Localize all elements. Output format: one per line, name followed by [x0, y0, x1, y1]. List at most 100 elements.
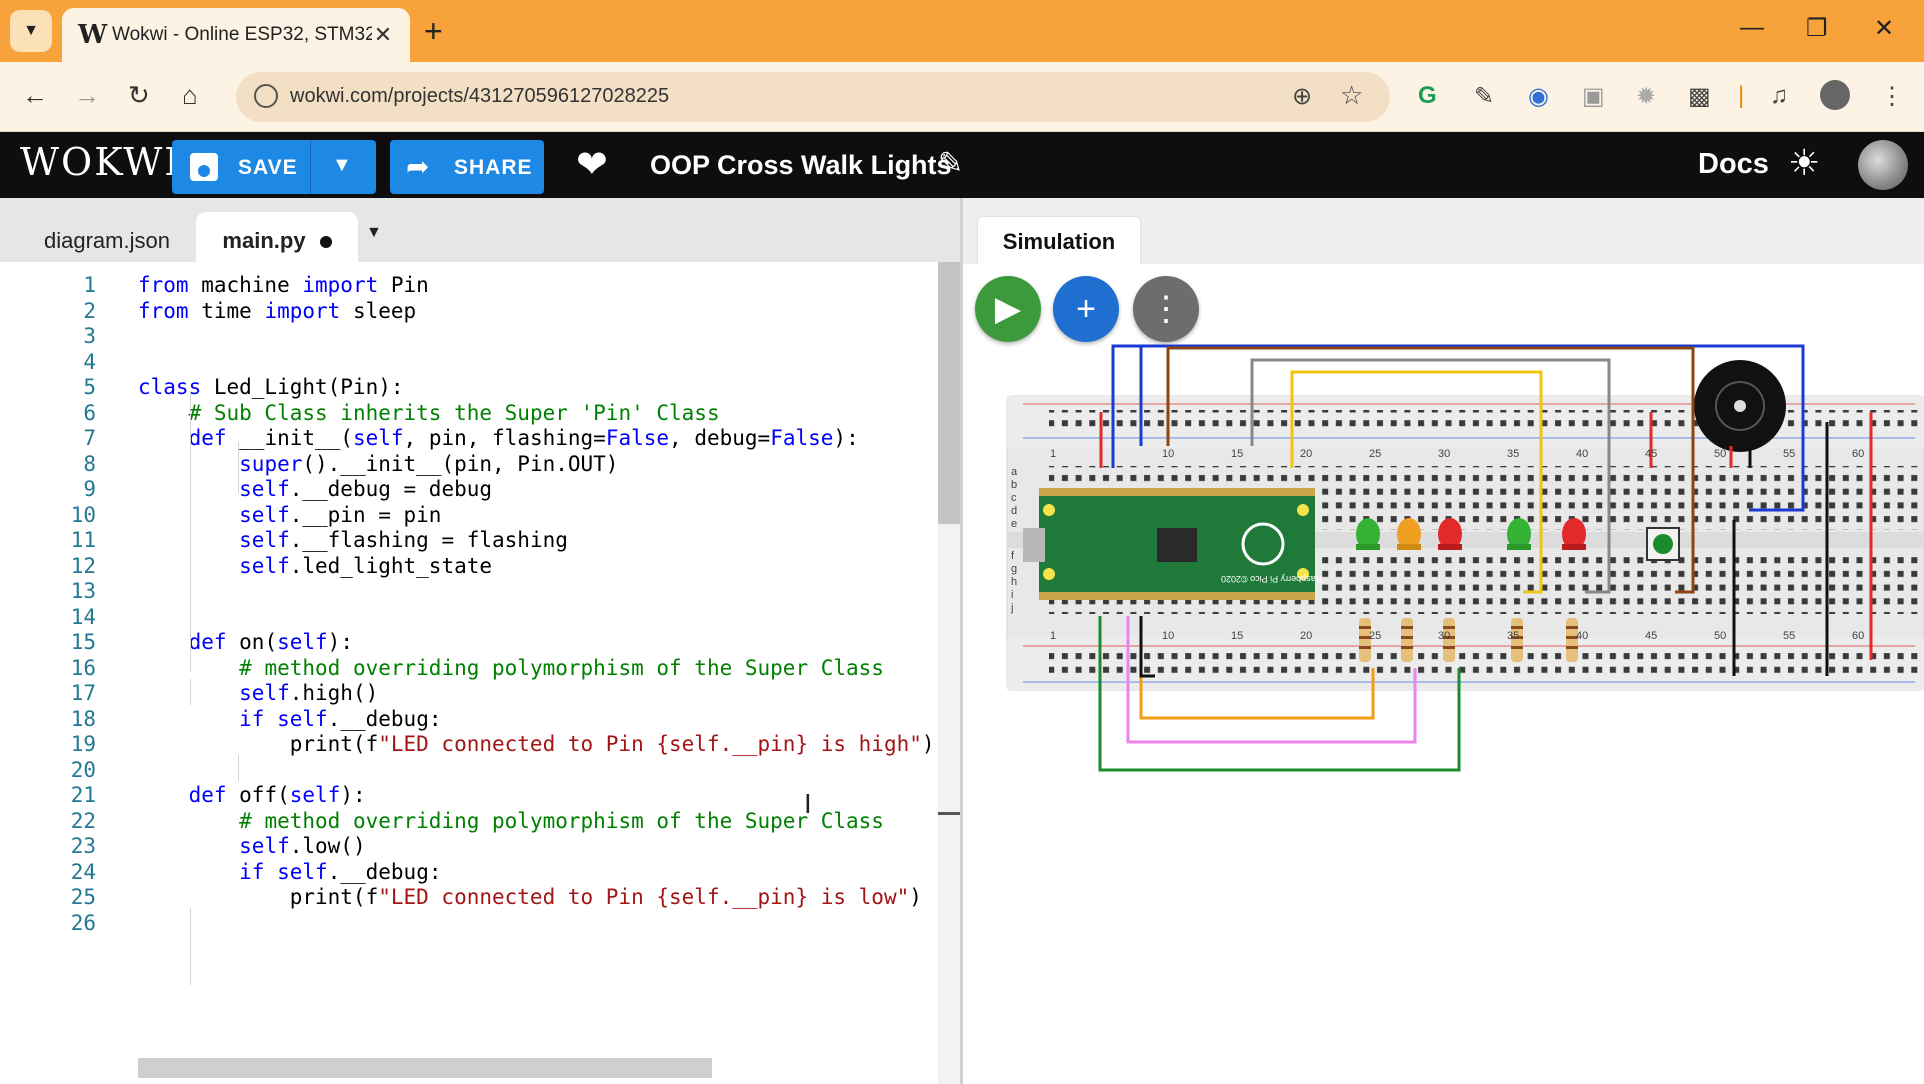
new-tab-icon[interactable]: + — [424, 14, 443, 48]
chevron-down-icon: ▼ — [23, 22, 39, 39]
more-options-icon[interactable]: ⋮ — [1133, 276, 1199, 342]
add-part-icon[interactable]: + — [1053, 276, 1119, 342]
tab-simulation[interactable]: Simulation — [977, 216, 1141, 264]
media-control-icon[interactable]: ♫ — [1770, 82, 1788, 110]
close-tab-icon[interactable]: ✕ — [372, 22, 394, 48]
vertical-scrollbar-thumb[interactable] — [938, 262, 960, 524]
row-number: 35 — [1507, 448, 1520, 460]
row-letter: f — [1011, 550, 1015, 562]
row-number: 20 — [1300, 448, 1313, 460]
tab-label: main.py — [222, 228, 306, 253]
row-number: 15 — [1231, 448, 1244, 460]
docs-link[interactable]: Docs — [1698, 148, 1769, 181]
site-info-icon[interactable] — [254, 84, 278, 108]
tab-main-py[interactable]: main.py — [196, 212, 358, 262]
row-letter: a — [1011, 466, 1018, 478]
row-letter: e — [1011, 518, 1018, 530]
save-divider — [310, 140, 311, 194]
close-window-icon[interactable]: ✕ — [1874, 14, 1894, 43]
indent-guide — [238, 442, 239, 493]
editor-tabs: diagram.json main.py ▼ — [0, 198, 962, 262]
profile-avatar-icon[interactable] — [1820, 80, 1850, 110]
code-line[interactable]: print(f"LED connected to Pin {self.__pin… — [138, 882, 922, 913]
breadboard — [1006, 395, 1924, 691]
led-yellow-1 — [1397, 518, 1421, 550]
save-dropdown-icon[interactable]: ▼ — [332, 154, 352, 177]
row-number: 60 — [1852, 630, 1865, 642]
simulation-panel: Simulation ▶ + ⋮ 1 10 15 20 25 30 35 40 … — [963, 198, 1924, 1084]
bookmark-star-icon[interactable]: ☆ — [1340, 80, 1363, 111]
indent-guide — [190, 679, 191, 705]
horizontal-scrollbar-thumb[interactable] — [138, 1058, 712, 1078]
line-number: 26 — [70, 910, 96, 935]
grammarly-extension-icon[interactable]: G — [1418, 82, 1437, 110]
code-line[interactable]: self.led_light_state — [138, 551, 492, 582]
row-number: 55 — [1783, 630, 1796, 642]
row-number: 1 — [1050, 630, 1057, 642]
screenshot-extension-icon[interactable]: ▣ — [1582, 82, 1605, 111]
address-bar[interactable]: wokwi.com/projects/431270596127028225 ⊕ … — [236, 72, 1390, 122]
scroll-position-marker — [938, 812, 960, 815]
tab-diagram-json[interactable]: diagram.json — [20, 212, 194, 262]
color-picker-extension-icon[interactable]: ✎ — [1474, 82, 1494, 111]
url-text: wokwi.com/projects/431270596127028225 — [290, 85, 670, 107]
reload-icon[interactable]: ↻ — [128, 80, 150, 111]
wokwi-header: WOKWI SAVE ▼ ➦ SHARE ❤ OOP Cross Walk Li… — [0, 132, 1924, 198]
theme-toggle-sun-icon[interactable]: ☀ — [1788, 142, 1820, 184]
user-avatar[interactable] — [1858, 140, 1908, 190]
row-number: 25 — [1369, 630, 1382, 642]
row-number: 60 — [1852, 448, 1865, 460]
save-label: SAVE — [238, 156, 298, 179]
row-letter: c — [1011, 492, 1017, 504]
tabs-menu-caret-icon[interactable]: ▼ — [366, 224, 382, 242]
edit-title-pencil-icon[interactable]: ✎ — [938, 146, 963, 181]
row-number: 1 — [1050, 448, 1057, 460]
share-label: SHARE — [454, 156, 533, 179]
row-number: 10 — [1162, 630, 1175, 642]
led-red-2 — [1562, 518, 1586, 550]
browser-tabstrip: ▼ W Wokwi - Online ESP32, STM32, ✕ + — ❐… — [0, 0, 1924, 62]
row-number: 35 — [1507, 630, 1520, 642]
row-number: 40 — [1576, 448, 1589, 460]
browser-menu-icon[interactable]: ⋮ — [1880, 82, 1904, 111]
row-number: 50 — [1714, 448, 1727, 460]
led-green-1 — [1356, 518, 1380, 550]
indent-guide — [238, 755, 239, 781]
floppy-disk-icon — [190, 153, 218, 181]
password-extension-icon[interactable]: ◉ — [1528, 82, 1549, 111]
row-number: 40 — [1576, 630, 1589, 642]
home-icon[interactable]: ⌂ — [182, 80, 198, 111]
extension-icon[interactable]: ✹ — [1636, 82, 1656, 111]
text-cursor-icon: I — [804, 790, 812, 820]
back-icon[interactable]: ← — [22, 80, 48, 111]
row-number: 20 — [1300, 630, 1313, 642]
pushbutton — [1646, 527, 1680, 561]
code-line[interactable]: print(f"LED connected to Pin {self.__pin… — [138, 729, 935, 760]
row-number: 45 — [1645, 448, 1658, 460]
share-button[interactable]: ➦ SHARE — [390, 140, 544, 194]
code-line[interactable]: from time import sleep — [138, 296, 416, 327]
row-number: 25 — [1369, 448, 1382, 460]
row-number: 55 — [1783, 448, 1796, 460]
forward-icon[interactable]: → — [74, 80, 100, 111]
wokwi-logo[interactable]: WOKWI — [20, 140, 181, 184]
row-letter: d — [1011, 505, 1018, 517]
indent-guide — [190, 391, 191, 672]
save-button[interactable]: SAVE ▼ — [172, 140, 376, 194]
unsaved-dot-icon — [319, 236, 332, 249]
led-green-2 — [1507, 518, 1531, 550]
browser-tab[interactable]: W Wokwi - Online ESP32, STM32, ✕ — [62, 8, 410, 62]
play-icon[interactable]: ▶ — [975, 276, 1041, 342]
tab-search-button[interactable]: ▼ — [10, 10, 52, 52]
row-number: 30 — [1438, 448, 1451, 460]
indent-guide — [190, 908, 191, 985]
restore-icon[interactable]: ❐ — [1806, 14, 1828, 43]
pico-board-label: Raspberry Pi Pico ©2020 — [1221, 574, 1323, 584]
extensions-puzzle-icon[interactable]: ▩ — [1688, 82, 1711, 111]
buzzer — [1694, 360, 1786, 452]
tab-label: diagram.json — [44, 228, 170, 253]
heart-icon[interactable]: ❤ — [576, 142, 608, 187]
minimize-icon[interactable]: — — [1740, 14, 1764, 42]
zoom-icon[interactable]: ⊕ — [1292, 82, 1312, 111]
code-area[interactable]: 1 from machine import Pin 2 from time impor… — [0, 262, 940, 1084]
